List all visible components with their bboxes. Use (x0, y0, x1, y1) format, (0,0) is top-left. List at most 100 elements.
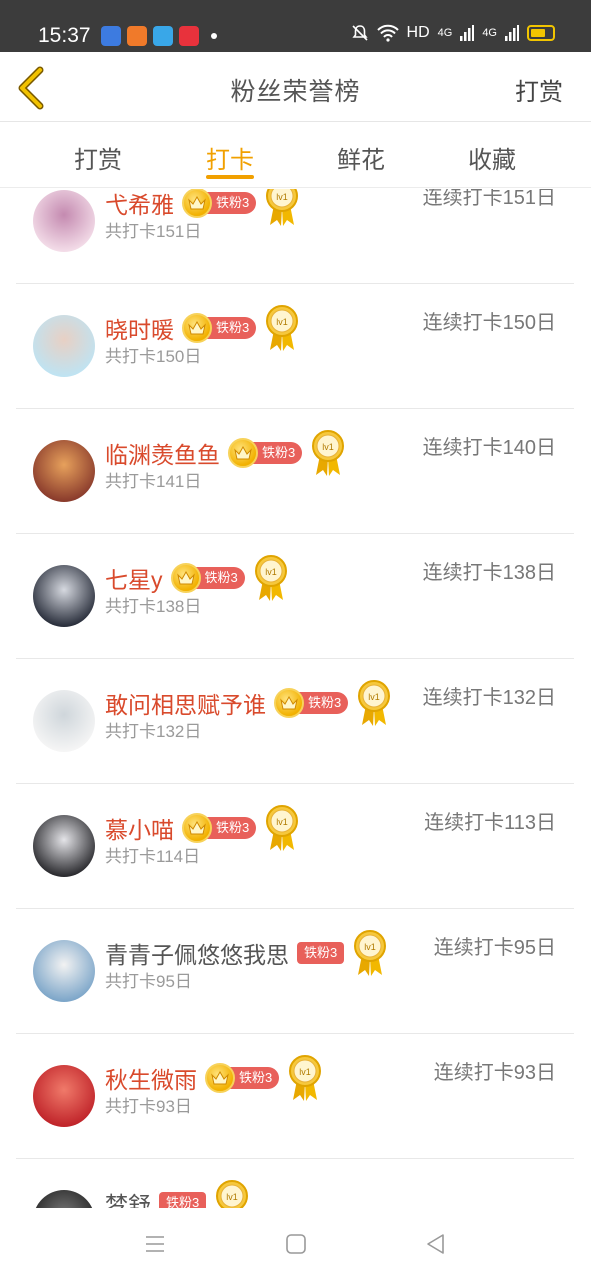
streak-text: 连续打卡151日 (422, 189, 556, 209)
list-item[interactable]: 青青子佩悠悠我思 铁粉3 lv1 共打卡95日 连续打卡95日 (16, 909, 574, 1034)
level-medal-icon: lv1 (266, 305, 299, 351)
name-line: 梦舒 铁粉3 lv1 (105, 1179, 250, 1208)
signal-4g-label: 4G (437, 27, 453, 39)
level-medal-icon: lv1 (312, 430, 345, 476)
avatar[interactable] (33, 565, 95, 627)
total-checkin-text: 共打卡151日 (105, 222, 202, 241)
fan-level-badge: 铁粉3 (228, 438, 303, 468)
more-notifications-dot (211, 33, 217, 39)
fan-ranking-list: 弋希雅 铁粉3 lv1 共打卡151日 连续打卡151日 晓时暖 铁粉3 lv1… (0, 189, 591, 1208)
level-medal-icon: lv1 (266, 805, 299, 851)
app-notification-icon (101, 26, 121, 46)
system-nav-bar (0, 1208, 591, 1280)
fan-level-badge: 铁粉3 (274, 688, 349, 718)
tab-label: 收藏 (468, 147, 516, 174)
streak-text: 连续打卡140日 (422, 437, 556, 459)
list-item[interactable]: 梦舒 铁粉3 lv1 (16, 1159, 574, 1208)
list-item[interactable]: 敢问相思赋予谁 铁粉3 lv1 共打卡132日 连续打卡132日 (16, 659, 574, 784)
avatar[interactable] (33, 190, 95, 252)
list-item[interactable]: 弋希雅 铁粉3 lv1 共打卡151日 连续打卡151日 (16, 189, 574, 284)
signal-icon (505, 25, 519, 41)
user-name[interactable]: 慕小喵 (105, 811, 174, 845)
avatar[interactable] (33, 815, 95, 877)
avatar[interactable] (33, 1190, 95, 1208)
wifi-icon (376, 24, 399, 42)
avatar[interactable] (33, 940, 95, 1002)
user-name[interactable]: 弋希雅 (105, 189, 174, 220)
signal-icon (460, 25, 475, 41)
total-checkin-text: 共打卡95日 (105, 972, 192, 991)
home-icon[interactable] (284, 1232, 308, 1256)
medal-label: lv1 (226, 1192, 238, 1202)
streak-text: 连续打卡95日 (433, 937, 556, 959)
app-notification-icon (179, 26, 199, 46)
medal-label: lv1 (368, 692, 380, 702)
user-name[interactable]: 梦舒 (105, 1186, 151, 1208)
total-checkin-text: 共打卡138日 (105, 597, 202, 616)
back-triangle-icon[interactable] (424, 1232, 448, 1256)
fan-level-badge: 铁粉3 (170, 563, 245, 593)
tab-bar: 打赏 打卡 鲜花 收藏 (0, 122, 591, 188)
fan-badge-label: 铁粉3 (159, 1192, 207, 1208)
avatar[interactable] (33, 440, 95, 502)
list-item[interactable]: 临渊羡鱼鱼 铁粉3 lv1 共打卡141日 连续打卡140日 (16, 409, 574, 534)
streak-text: 连续打卡132日 (422, 687, 556, 709)
title-bar: 粉丝荣誉榜 打赏 (0, 52, 591, 122)
app-notification-icon (127, 26, 147, 46)
list-item[interactable]: 慕小喵 铁粉3 lv1 共打卡114日 连续打卡113日 (16, 784, 574, 909)
app-notification-icon (153, 26, 173, 46)
avatar[interactable] (33, 690, 95, 752)
tab-favorites[interactable]: 收藏 (447, 140, 537, 175)
user-name[interactable]: 敢问相思赋予谁 (105, 686, 266, 720)
streak-text: 连续打卡138日 (422, 562, 556, 584)
avatar[interactable] (33, 315, 95, 377)
tab-reward[interactable]: 打赏 (53, 140, 143, 175)
level-medal-icon: lv1 (216, 1180, 249, 1208)
user-name[interactable]: 晓时暖 (105, 311, 174, 345)
total-checkin-text: 共打卡150日 (105, 347, 202, 366)
status-bar: 15:37 HD 4G 4G (0, 0, 591, 52)
signal-4g-label: 4G (482, 27, 497, 39)
crown-icon (182, 813, 212, 843)
user-name[interactable]: 临渊羡鱼鱼 (105, 436, 220, 470)
medal-label: lv1 (276, 192, 288, 202)
level-medal-icon: lv1 (266, 189, 299, 226)
menu-icon[interactable] (143, 1232, 167, 1256)
list-item[interactable]: 晓时暖 铁粉3 lv1 共打卡150日 连续打卡150日 (16, 284, 574, 409)
fan-level-badge: 铁粉3 (182, 313, 257, 343)
reward-button[interactable]: 打赏 (515, 72, 563, 107)
status-time: 15:37 (38, 24, 91, 47)
user-name[interactable]: 七星y (105, 561, 163, 595)
crown-icon (182, 189, 212, 218)
user-name[interactable]: 青青子佩悠悠我思 (105, 936, 289, 970)
active-tab-indicator (206, 175, 254, 179)
medal-label: lv1 (322, 442, 334, 452)
total-checkin-text: 共打卡141日 (105, 472, 202, 491)
crown-icon (182, 313, 212, 343)
medal-label: lv1 (364, 942, 376, 952)
notification-app-icons (101, 26, 217, 46)
tab-flowers[interactable]: 鲜花 (316, 140, 406, 175)
page-title: 粉丝荣誉榜 (230, 78, 361, 106)
tab-label: 打卡 (206, 147, 254, 174)
total-checkin-text: 共打卡93日 (105, 1097, 192, 1116)
medal-label: lv1 (276, 817, 288, 827)
fan-level-badge: 铁粉3 (205, 1063, 280, 1093)
status-indicators: HD 4G 4G (351, 24, 555, 42)
list-item[interactable]: 秋生微雨 铁粉3 lv1 共打卡93日 连续打卡93日 (16, 1034, 574, 1159)
notification-off-icon (351, 25, 368, 41)
level-medal-icon: lv1 (289, 1055, 322, 1101)
tab-checkin[interactable]: 打卡 (185, 140, 275, 179)
hd-label: HD (406, 24, 430, 41)
level-medal-icon: lv1 (254, 555, 287, 601)
user-name[interactable]: 秋生微雨 (105, 1061, 197, 1095)
list-item[interactable]: 七星y 铁粉3 lv1 共打卡138日 连续打卡138日 (16, 534, 574, 659)
crown-icon (228, 438, 258, 468)
crown-icon (205, 1063, 235, 1093)
avatar[interactable] (33, 1065, 95, 1127)
fan-badge-label: 铁粉3 (297, 942, 345, 964)
tab-label: 鲜花 (337, 147, 385, 174)
total-checkin-text: 共打卡132日 (105, 722, 202, 741)
medal-label: lv1 (276, 317, 288, 327)
level-medal-icon: lv1 (358, 680, 391, 726)
